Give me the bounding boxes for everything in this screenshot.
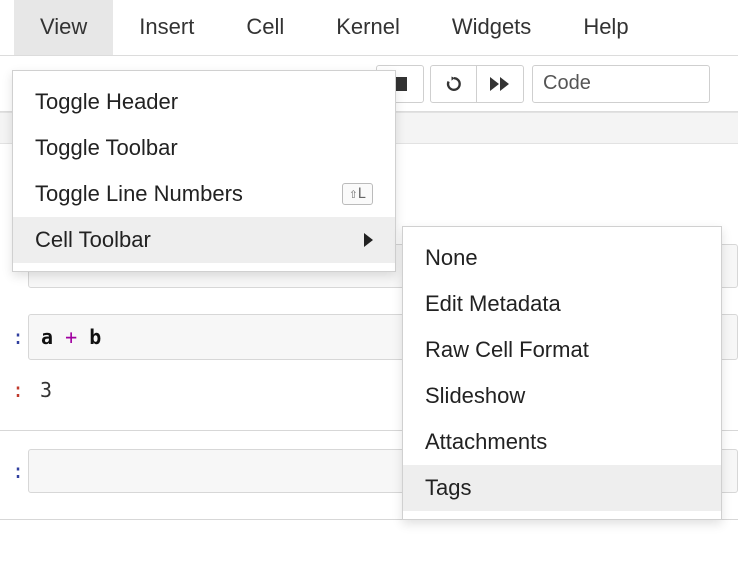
menuitem-label: Cell Toolbar [35,227,356,253]
menu-widgets[interactable]: Widgets [426,0,557,55]
output-prompt: : [0,378,28,402]
menu-cell[interactable]: Cell [220,0,310,55]
menuitem-label: Tags [425,475,699,501]
submenu-item-attachments[interactable]: Attachments [403,419,721,465]
menu-insert[interactable]: Insert [113,0,220,55]
input-prompt: : [0,325,28,349]
code-token-var: b [89,325,101,349]
menu-kernel[interactable]: Kernel [310,0,426,55]
menuitem-toggle-toolbar[interactable]: Toggle Toolbar [13,125,395,171]
submenu-item-none[interactable]: None [403,235,721,281]
menu-help[interactable]: Help [557,0,654,55]
menuitem-label: Toggle Header [35,89,373,115]
menuitem-toggle-line-numbers[interactable]: Toggle Line Numbers ⇧L [13,171,395,217]
keyboard-shortcut: ⇧L [342,183,373,205]
fast-forward-icon [489,76,511,92]
menuitem-label: Raw Cell Format [425,337,699,363]
menuitem-label: Attachments [425,429,699,455]
menuitem-label: None [425,245,699,271]
toolbar-btn-group-kernel [430,65,524,103]
restart-run-all-button[interactable] [477,66,523,102]
submenu-item-tags[interactable]: Tags [403,465,721,511]
menuitem-label: Toggle Line Numbers [35,181,334,207]
submenu-item-raw-cell-format[interactable]: Raw Cell Format [403,327,721,373]
restart-icon [444,74,464,94]
menuitem-label: Slideshow [425,383,699,409]
menuitem-label: Toggle Toolbar [35,135,373,161]
cell-toolbar-submenu: None Edit Metadata Raw Cell Format Slide… [402,226,722,520]
restart-button[interactable] [431,66,477,102]
celltype-select[interactable]: Code [532,65,710,103]
menuitem-cell-toolbar[interactable]: Cell Toolbar [13,217,395,263]
submenu-arrow-icon [364,233,373,247]
view-dropdown: Toggle Header Toggle Toolbar Toggle Line… [12,70,396,272]
code-token-var: a [41,325,53,349]
submenu-item-edit-metadata[interactable]: Edit Metadata [403,281,721,327]
code-token-op: + [65,325,77,349]
submenu-item-slideshow[interactable]: Slideshow [403,373,721,419]
menuitem-label: Edit Metadata [425,291,699,317]
menuitem-toggle-header[interactable]: Toggle Header [13,79,395,125]
menu-view[interactable]: View [14,0,113,55]
menubar: View Insert Cell Kernel Widgets Help [0,0,738,56]
input-prompt: : [0,459,28,483]
